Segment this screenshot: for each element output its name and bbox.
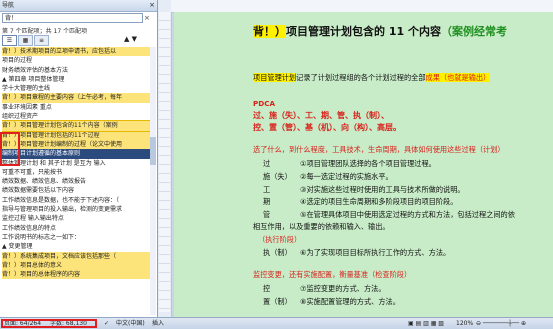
row-key: 施（失） (263, 172, 292, 181)
nav-item[interactable]: 事业环境因素 重点 (2, 103, 152, 112)
nav-scrollbar-thumb[interactable] (150, 137, 156, 165)
nav-item[interactable]: 工作绩效信息是数据，也不能于下述内容：（ (2, 196, 152, 205)
doc-line-1: 项目管理计划记录了计划过程组的各个计划过程的全部成果（也就是输出） (253, 73, 491, 83)
title-suffix: （案例经常考 (440, 25, 507, 38)
row-value: ⑦监控变更的方式、方法。 (300, 284, 386, 293)
row-key: 过 (263, 159, 271, 168)
row-continuation: 相互作用，以及重要的依赖和输入、输出。 (253, 222, 390, 231)
title-main: 项目管理计划包含的 11 个内容 (286, 25, 441, 38)
row-value: ⑧实施配置管理的方式、方法。 (300, 297, 400, 306)
language[interactable]: 中文(中国) (116, 318, 145, 329)
nav-item[interactable]: 学十大管理的主线 (2, 84, 152, 93)
tab-results[interactable]: ≡ (34, 35, 49, 46)
row-key: 工 (263, 185, 271, 194)
row-key: 期 (263, 197, 271, 206)
nav-item[interactable]: ▲ 变更管理 (2, 242, 152, 251)
view-buttons[interactable]: ▣ ▤ ▥ ▦ ▧ (408, 318, 444, 329)
nav-item[interactable]: 编制项目计划遵循的基本原则 (2, 149, 152, 159)
prev-arrow-icon[interactable]: ▲ (124, 35, 129, 43)
pdca-line-1: 过、施（失）、工、期、管、执（制）、 (253, 111, 389, 120)
next-arrow-icon[interactable]: ▼ (132, 35, 137, 43)
nav-title-label: 导航 (2, 2, 15, 9)
zoom-slider[interactable]: ⊖ ───────┼── ⊕ (476, 318, 526, 329)
nav-item[interactable]: 监控过程 输入输出特点 (2, 214, 152, 223)
row-value: ①项目管理团队选择的各个项目管理过程。 (300, 159, 436, 168)
tab-pages[interactable]: ▦ (18, 35, 33, 46)
nav-title: 导航 × (0, 0, 157, 12)
row-key: 置（制） (263, 297, 292, 306)
red-highlight-box (0, 132, 20, 166)
pdca-label: PDCA (253, 99, 276, 108)
insert-mode[interactable]: 插入 (152, 318, 164, 329)
nav-scrollbar[interactable] (150, 47, 156, 315)
tab-headings[interactable]: ☰ (2, 35, 17, 46)
zoom-level[interactable]: 120% (456, 318, 473, 329)
nav-arrows: ▲ ▼ (124, 35, 137, 43)
nav-tabs: ☰ ▦ ≡ (2, 35, 50, 46)
nav-item[interactable]: 绩效数据需要包括以下内容 (2, 186, 152, 195)
row-key: 管 (263, 210, 271, 219)
nav-item[interactable]: 财务绩效评估的基本方法 (2, 66, 152, 75)
row-key: 执（制） (263, 248, 292, 257)
section-2: 监控变更，还有实施配置，衡量基准（检查阶段） (253, 270, 412, 279)
nav-item[interactable]: 背！）项目的总体程序的内容 (2, 270, 152, 280)
nav-item[interactable]: 背！）项目章程的主要内容（上午必考，每年 (2, 93, 152, 103)
nav-item[interactable]: ▲ 第四章 项目整体管理 (2, 75, 152, 84)
match-count: 第 7 个匹配项；共 17 个匹配项 (2, 28, 88, 35)
line1-c: 成果（也就是输出） (425, 73, 491, 82)
clear-search-icon[interactable]: × (144, 13, 150, 23)
nav-item[interactable]: 背！）项目总体的意义 (2, 260, 152, 271)
navigation-pane: 导航 × 背！ × 第 7 个匹配项；共 17 个匹配项 ☰ ▦ ≡ ▲ ▼ 背！）… (0, 0, 158, 317)
title-prefix: 背！） (253, 25, 286, 38)
nav-item[interactable]: 背！）项目管理计划包含的11个内容（案例 (2, 120, 152, 132)
nav-item[interactable]: 可重不可重，只能按书 (2, 168, 152, 177)
row-value: ②每一选定过程的实施水平。 (300, 172, 393, 181)
nav-item[interactable]: 整体管理计划 和 其子计划 是互为 输入 (2, 159, 152, 168)
nav-item[interactable]: 工作绩效信息的特点 (2, 224, 152, 233)
check-icon[interactable]: ✓ (104, 318, 109, 329)
nav-item[interactable]: 工作说明书的标志之一如下： (2, 233, 152, 242)
row-value: ⑤在管理具体项目中使用选定过程的方式和方法，包括过程之间的依 (300, 210, 515, 219)
nav-item[interactable]: 指导与管理项目的投入输出，检测的变更需求 (2, 205, 152, 214)
nav-item[interactable]: 背！）系统集成项目，文档应该包括那些（ (2, 251, 152, 261)
row-value: ③对实施这些过程时使用的工具与技术所做的说明。 (300, 185, 465, 194)
nav-item[interactable]: 背！）项目管理计划包括的11个过程 (2, 130, 152, 140)
row-value: ④选定的项目生命周期和多阶段项目的项目阶段。 (300, 197, 458, 206)
nav-item[interactable]: 绩效数据、绩效信息、绩效报告 (2, 177, 152, 186)
section-1: 选了什么，到什么程度，工具技术，生命周期，具体如何使用这些过程（计划） (253, 145, 505, 154)
nav-item[interactable]: 项目的过程 (2, 56, 152, 65)
nav-item[interactable]: 组织过程资产 (2, 112, 152, 121)
nav-item[interactable]: 背！）技术期项目的立项申请书，应包括以 (2, 47, 152, 57)
pdca-line-2: 控、置（管）、基（机）、向（构）、高层。 (253, 123, 401, 132)
red-highlight-box-status (1, 319, 97, 328)
status-bar: 页面: 64/264 字数: 68,130 ✓ 中文(中国) 插入 ▣ ▤ ▥ … (0, 317, 553, 329)
exec-phase: （执行阶段） (258, 235, 302, 244)
nav-item[interactable]: 背！）项目管理计划编制的过程（论文中使用 (2, 139, 152, 150)
row-value: ⑥为了实现项目目标所执行工作的方式、方法。 (300, 248, 451, 257)
vertical-ruler (159, 12, 170, 312)
line1-b: 记录了计划过程组的各个计划过程的全部 (296, 73, 426, 82)
nav-heading-list: 背！）技术期项目的立项申请书，应包括以 项目的过程 财务绩效评估的基本方法 ▲ … (2, 47, 152, 315)
search-input[interactable]: 背！ (2, 13, 143, 23)
close-icon[interactable]: × (149, 0, 155, 11)
line1-a: 项目管理计划 (253, 73, 297, 82)
doc-title: 背！）项目管理计划包含的 11 个内容（案例经常考 (253, 23, 507, 39)
row-key: 控 (263, 284, 271, 293)
